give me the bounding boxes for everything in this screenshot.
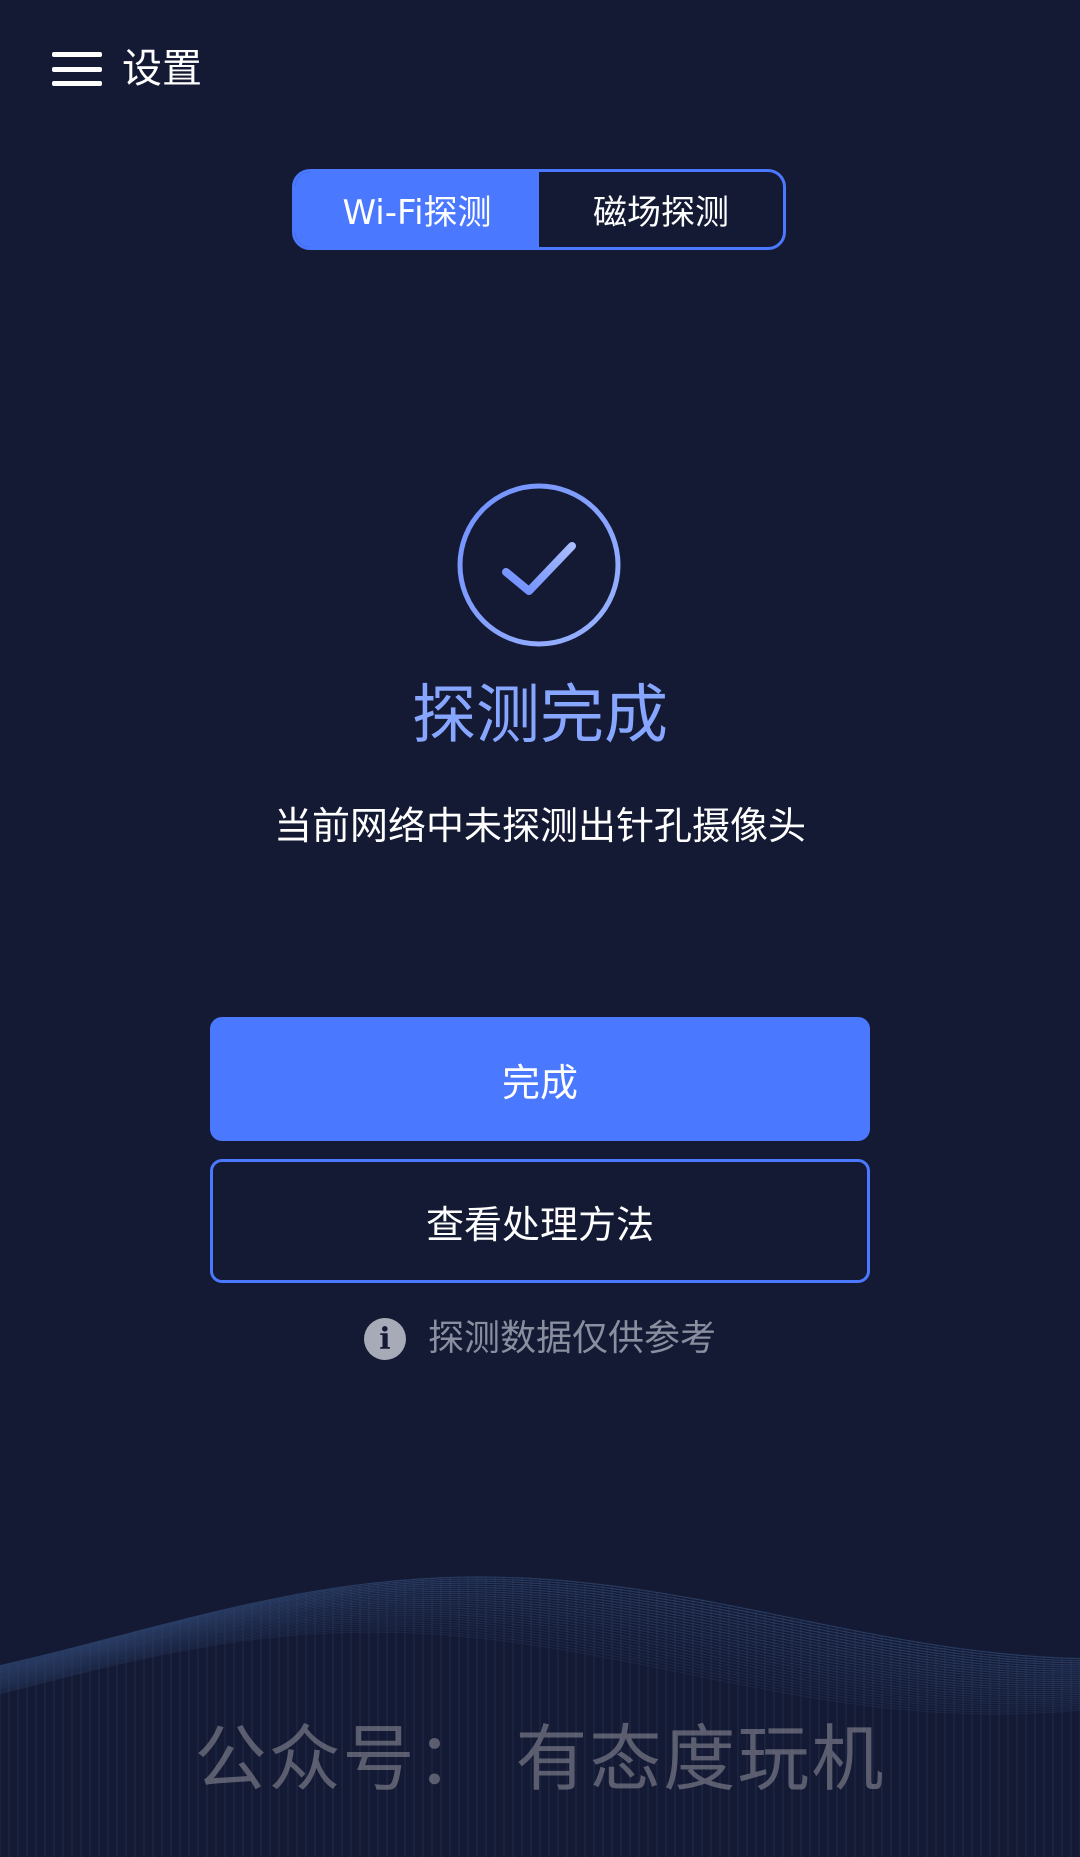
- info-icon: i: [363, 1318, 406, 1360]
- view-solutions-button[interactable]: 查看处理方法: [210, 1159, 870, 1283]
- wave-decoration: [0, 1576, 1080, 1857]
- detection-mode-tabs: Wi-Fi探测 磁场探测: [292, 169, 786, 250]
- tab-magnetic-detection[interactable]: 磁场探测: [539, 172, 783, 247]
- disclaimer-text: 探测数据仅供参考: [427, 1318, 716, 1359]
- screen: 设置 Wi-Fi探测 磁场探测 探测完成 当前网络中未探测出针孔摄像头 完成 查…: [0, 0, 1080, 1857]
- check-circle-icon: [456, 482, 622, 648]
- watermark-text: 公众号： 有态度玩机: [194, 1717, 886, 1801]
- result-description: 当前网络中未探测出针孔摄像头: [273, 804, 806, 848]
- hamburger-menu-icon[interactable]: [52, 52, 102, 86]
- header: 设置: [52, 44, 202, 94]
- result-title: 探测完成: [412, 679, 668, 753]
- settings-title[interactable]: 设置: [122, 44, 202, 94]
- done-button[interactable]: 完成: [210, 1017, 870, 1141]
- tab-wifi-detection[interactable]: Wi-Fi探测: [295, 172, 539, 247]
- disclaimer-note: i 探测数据仅供参考: [0, 1317, 1080, 1361]
